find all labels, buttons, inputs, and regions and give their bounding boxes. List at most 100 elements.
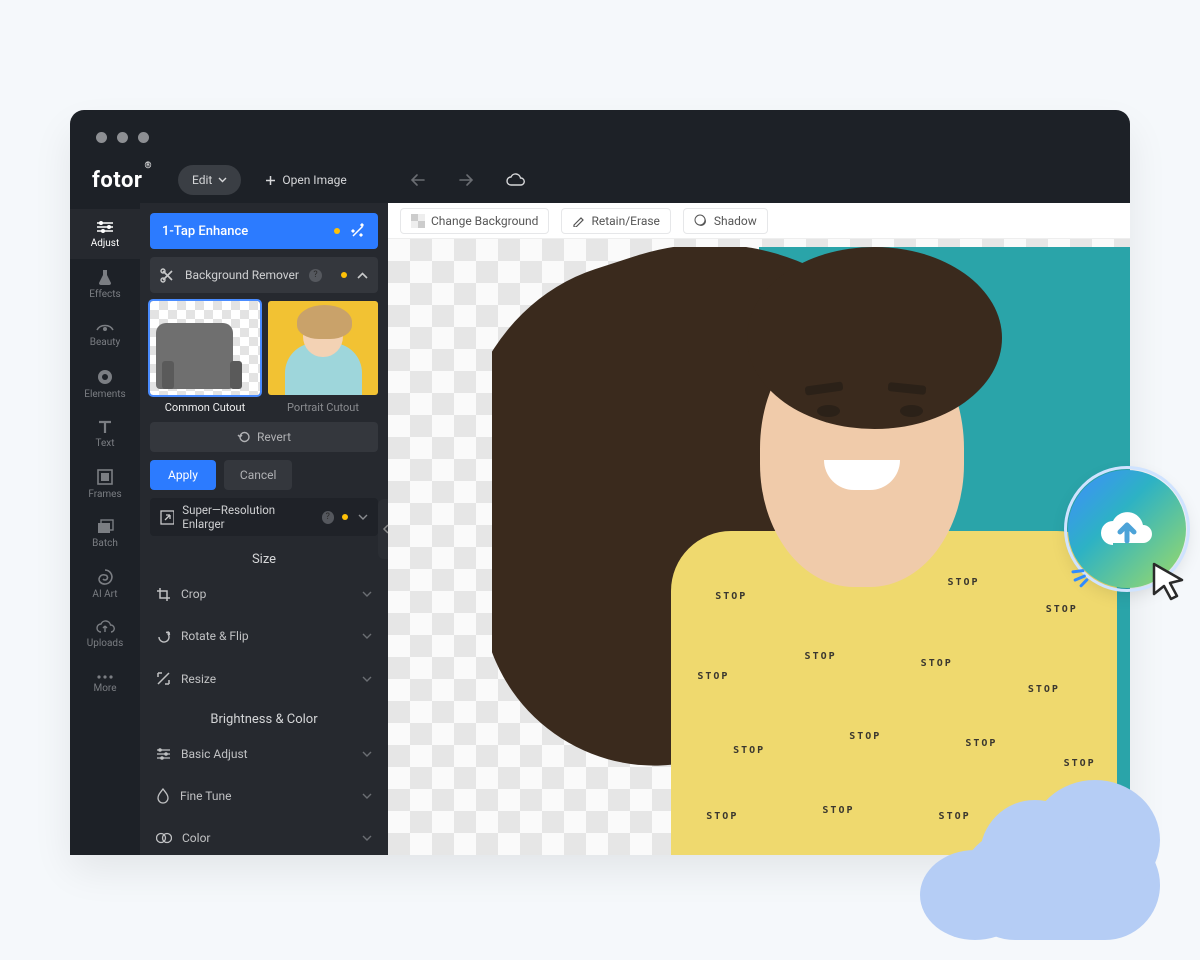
sidebar-item-frames[interactable]: Frames <box>70 459 140 509</box>
text-icon <box>97 419 113 435</box>
plus-icon <box>265 175 276 186</box>
basic-adjust-tool[interactable]: Basic Adjust <box>150 737 378 771</box>
cutout-option-common[interactable]: Common Cutout <box>150 301 260 414</box>
arrow-right-icon <box>457 173 475 187</box>
revert-button[interactable]: Revert <box>150 422 378 452</box>
cutout-thumb-portrait <box>268 301 378 395</box>
palette-icon <box>156 831 172 845</box>
tool-sidebar: Adjust Effects Beauty Elements Text Fram… <box>70 203 140 855</box>
undo-button[interactable] <box>399 173 437 187</box>
cursor-icon <box>1148 560 1194 610</box>
sidebar-item-label: Elements <box>84 389 125 400</box>
info-icon[interactable]: ? <box>322 511 334 524</box>
sidebar-item-label: Effects <box>89 289 120 300</box>
sliders-icon <box>95 219 115 235</box>
window-min-dot[interactable] <box>117 132 128 143</box>
cancel-button[interactable]: Cancel <box>224 460 293 490</box>
cutout-label: Portrait Cutout <box>268 401 378 414</box>
shadow-icon <box>694 214 708 228</box>
tool-label: Fine Tune <box>180 789 232 803</box>
info-icon[interactable]: ? <box>309 269 322 282</box>
sidebar-item-effects[interactable]: Effects <box>70 259 140 309</box>
edit-dropdown[interactable]: Edit <box>178 165 241 195</box>
sidebar-item-label: Text <box>95 438 114 449</box>
canvas-toolbar: Change Background Retain/Erase Shadow <box>388 203 1130 239</box>
tool-label: Crop <box>181 587 206 601</box>
sidebar-item-uploads[interactable]: Uploads <box>70 609 140 659</box>
retain-erase-button[interactable]: Retain/Erase <box>561 208 670 234</box>
sidebar-item-ai-art[interactable]: AI Art <box>70 559 140 609</box>
flask-icon <box>96 268 114 286</box>
chevron-down-icon <box>362 835 372 841</box>
sidebar-item-label: Beauty <box>90 337 121 348</box>
shapes-icon <box>96 368 114 386</box>
crop-icon <box>156 587 171 602</box>
cloud-upload-icon <box>95 619 115 635</box>
chevron-down-icon <box>362 633 372 639</box>
open-image-button[interactable]: Open Image <box>251 165 360 195</box>
sliders-icon <box>156 747 171 761</box>
checker-icon <box>411 214 425 228</box>
one-tap-enhance-button[interactable]: 1-Tap Enhance <box>150 213 378 249</box>
brightness-color-header: Brightness & Color <box>150 704 378 729</box>
chevron-up-icon <box>357 272 368 279</box>
background-remover-header[interactable]: Background Remover ? <box>150 257 378 293</box>
super-resolution-row[interactable]: Super—Resolution Enlarger ? <box>150 498 378 536</box>
sidebar-item-label: AI Art <box>92 589 117 600</box>
tool-label: Rotate & Flip <box>181 629 249 643</box>
scissors-icon <box>160 268 175 283</box>
cutout-option-portrait[interactable]: Portrait Cutout <box>268 301 378 414</box>
spiral-icon <box>96 568 114 586</box>
tool-label: Resize <box>181 672 216 686</box>
shadow-button[interactable]: Shadow <box>683 208 768 234</box>
edit-label: Edit <box>192 173 212 187</box>
color-tool[interactable]: Color <box>150 821 378 855</box>
cutout-options: Common Cutout Portrait Cutout <box>150 301 378 414</box>
fine-tune-tool[interactable]: Fine Tune <box>150 779 378 813</box>
adjust-panel: 1-Tap Enhance Background Remover ? <box>140 203 388 855</box>
revert-label: Revert <box>257 430 291 444</box>
retain-erase-label: Retain/Erase <box>591 214 659 228</box>
magic-wand-icon <box>350 223 366 239</box>
sidebar-item-more[interactable]: More <box>70 659 140 709</box>
pen-icon <box>572 214 585 227</box>
canvas-area: Change Background Retain/Erase Shadow <box>388 203 1130 855</box>
sr-label: Super—Resolution Enlarger <box>182 503 313 531</box>
shadow-label: Shadow <box>714 214 757 228</box>
size-section-header: Size <box>150 544 378 569</box>
editing-canvas[interactable]: STOP STOP STOP STOP STOP STOP STOP STOP … <box>388 239 1130 855</box>
sidebar-item-label: Adjust <box>91 238 120 249</box>
sidebar-item-batch[interactable]: Batch <box>70 509 140 559</box>
premium-dot-icon <box>342 514 348 520</box>
revert-icon <box>237 430 251 444</box>
enlarge-icon <box>160 510 174 525</box>
redo-button[interactable] <box>447 173 485 187</box>
resize-tool[interactable]: Resize <box>150 662 378 696</box>
cloud-sync-button[interactable] <box>495 173 535 187</box>
arrow-left-icon <box>409 173 427 187</box>
sidebar-item-text[interactable]: Text <box>70 409 140 459</box>
crop-tool[interactable]: Crop <box>150 577 378 611</box>
premium-dot-icon <box>334 228 340 234</box>
eye-icon <box>95 320 115 334</box>
rotate-flip-tool[interactable]: Rotate & Flip <box>150 619 378 653</box>
premium-dot-icon <box>341 272 347 278</box>
sidebar-item-beauty[interactable]: Beauty <box>70 309 140 359</box>
sidebar-item-label: Uploads <box>87 638 123 649</box>
sidebar-item-elements[interactable]: Elements <box>70 359 140 409</box>
window-close-dot[interactable] <box>96 132 107 143</box>
decorative-cloud <box>920 780 1180 940</box>
bg-remover-label: Background Remover <box>185 268 299 282</box>
tool-label: Color <box>182 831 210 845</box>
cutout-thumb-common <box>150 301 260 395</box>
sidebar-item-adjust[interactable]: Adjust <box>70 209 140 259</box>
chevron-down-icon <box>362 793 372 799</box>
window-max-dot[interactable] <box>138 132 149 143</box>
tool-label: Basic Adjust <box>181 747 248 761</box>
resize-icon <box>156 671 171 686</box>
change-background-button[interactable]: Change Background <box>400 208 549 234</box>
rotate-icon <box>156 629 171 644</box>
chevron-down-icon <box>362 676 372 682</box>
apply-button[interactable]: Apply <box>150 460 216 490</box>
open-image-label: Open Image <box>282 173 346 187</box>
